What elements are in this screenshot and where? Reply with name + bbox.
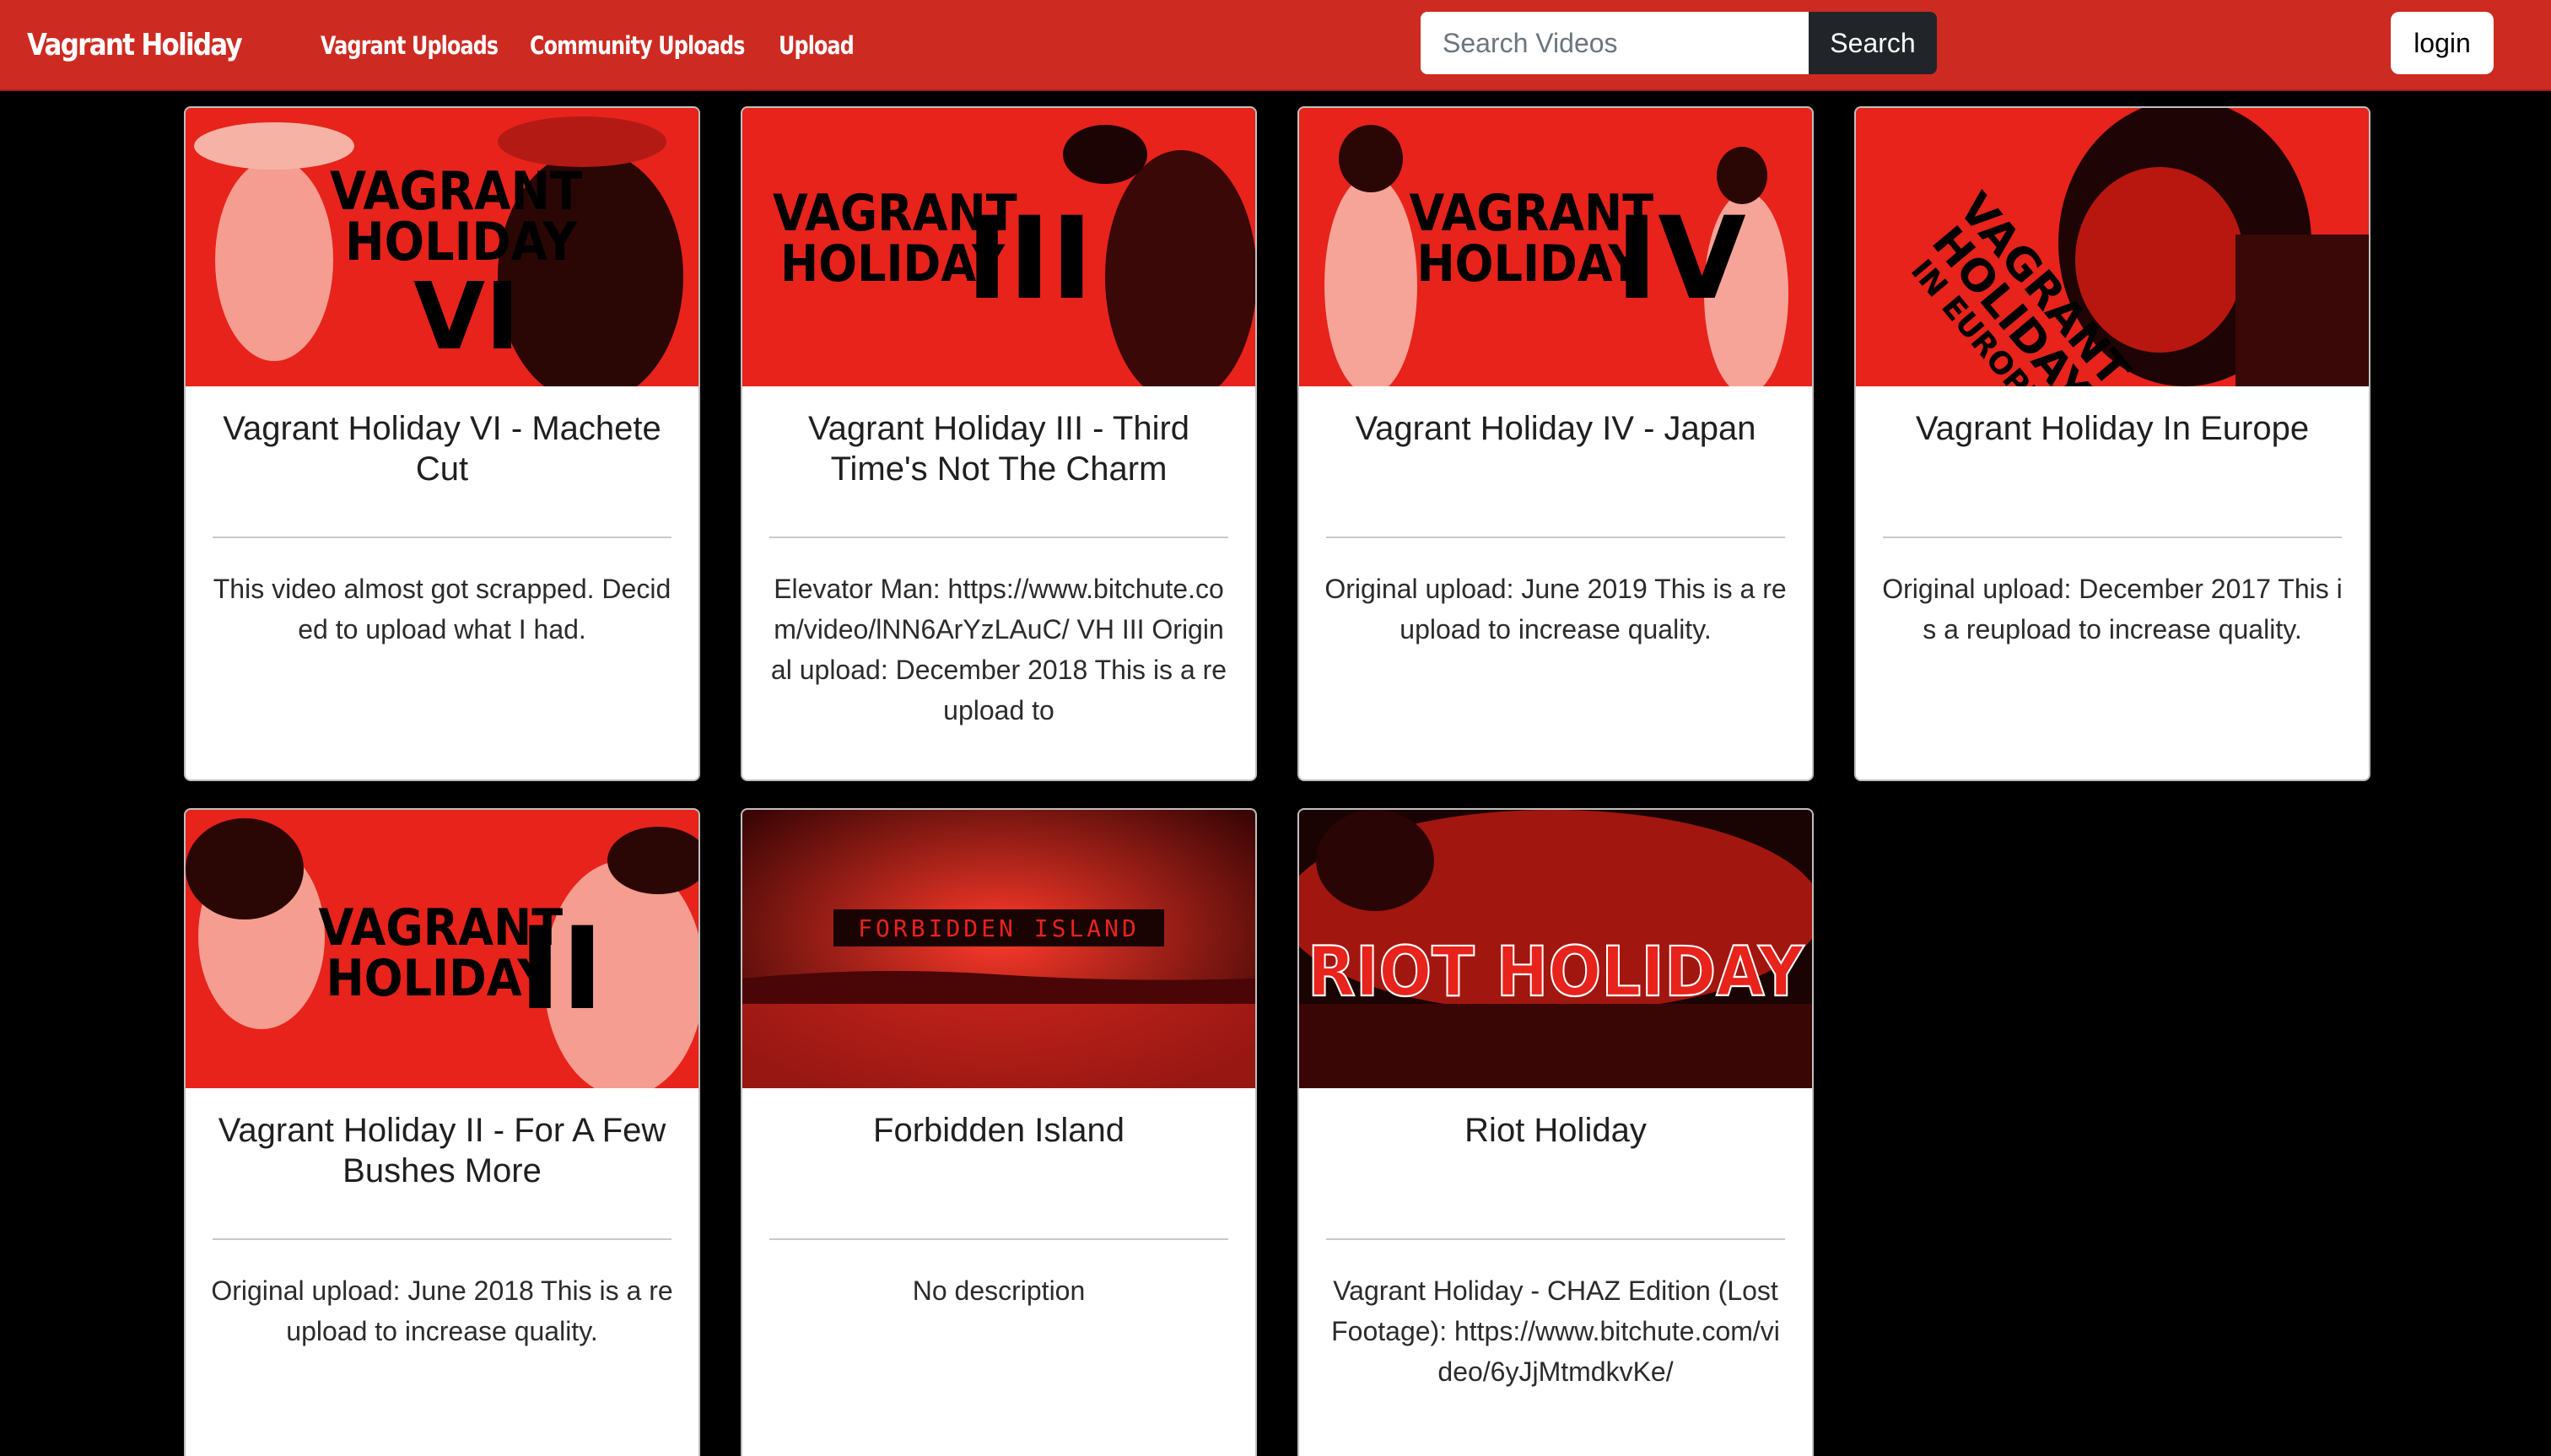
video-card[interactable]: VAGRANT HOLIDAY II Vagrant Holiday II - … <box>184 808 700 1456</box>
video-thumbnail[interactable]: RIOT HOLIDAY <box>1299 810 1812 1088</box>
divider <box>769 537 1228 538</box>
thumbnail-art: VAGRANT HOLIDAY IN EUROPE <box>1856 108 2369 386</box>
search-button[interactable]: Search <box>1809 12 1937 74</box>
divider <box>213 1238 671 1240</box>
video-description: Original upload: December 2017 This is a… <box>1882 574 2343 644</box>
video-title[interactable]: Riot Holiday <box>1324 1110 1787 1151</box>
divider <box>1883 537 2342 538</box>
video-thumbnail[interactable]: FORBIDDEN ISLAND <box>742 810 1255 1088</box>
video-card[interactable]: VAGRANT HOLIDAY IV Vagrant Holiday IV - … <box>1297 106 1814 781</box>
divider <box>1326 537 1785 538</box>
svg-text:VI: VI <box>413 262 520 370</box>
video-title[interactable]: Vagrant Holiday IV - Japan <box>1324 408 1787 449</box>
search-input[interactable] <box>1421 12 1809 74</box>
video-title[interactable]: Vagrant Holiday In Europe <box>1881 408 2343 449</box>
video-description: Original upload: June 2019 This is a reu… <box>1324 574 1787 644</box>
video-thumbnail[interactable]: VAGRANT HOLIDAY II <box>186 810 698 1088</box>
video-description: Vagrant Holiday - CHAZ Edition (Lost Foo… <box>1331 1275 1780 1387</box>
svg-text:HOLIDAY: HOLIDAY <box>326 949 552 1007</box>
login-button[interactable]: login <box>2391 12 2494 74</box>
video-title[interactable]: Vagrant Holiday II - For A Few Bushes Mo… <box>211 1110 673 1191</box>
video-title[interactable]: Vagrant Holiday VI - Machete Cut <box>211 408 673 489</box>
video-card[interactable]: FORBIDDEN ISLAND Forbidden Island No des… <box>741 808 1257 1456</box>
video-thumbnail[interactable]: VAGRANT HOLIDAY IV <box>1299 108 1812 386</box>
top-navbar: Vagrant Holiday Vagrant Uploads Communit… <box>0 0 2551 91</box>
thumbnail-art: RIOT HOLIDAY <box>1299 810 1812 1088</box>
video-thumbnail[interactable]: VAGRANT HOLIDAY III <box>742 108 1255 386</box>
video-card[interactable]: VAGRANT HOLIDAY III Vagrant Holiday III … <box>741 106 1257 781</box>
thumbnail-art: VAGRANT HOLIDAY II <box>186 810 698 1088</box>
svg-text:RIOT HOLIDAY: RIOT HOLIDAY <box>1308 933 1805 1012</box>
svg-text:HOLIDAY: HOLIDAY <box>1417 235 1642 293</box>
video-description: No description <box>912 1275 1086 1306</box>
video-thumbnail[interactable]: VAGRANT HOLIDAY IN EUROPE <box>1856 108 2369 386</box>
thumbnail-art: VAGRANT HOLIDAY III <box>742 108 1255 386</box>
nav-link-upload[interactable]: Upload <box>779 29 855 62</box>
video-description: Original upload: June 2018 This is a reu… <box>211 1275 673 1346</box>
video-card[interactable]: RIOT HOLIDAY Riot Holiday Vagrant Holida… <box>1297 808 1814 1456</box>
brand-logo[interactable]: Vagrant Holiday <box>27 25 243 66</box>
divider <box>769 1238 1228 1240</box>
nav-link-vagrant-uploads[interactable]: Vagrant Uploads <box>321 29 499 62</box>
video-card[interactable]: VAGRANT HOLIDAY VI Vagrant Holiday VI - … <box>184 106 700 781</box>
divider <box>213 537 671 538</box>
video-thumbnail[interactable]: VAGRANT HOLIDAY VI <box>186 108 698 386</box>
video-description: This video almost got scrapped. Decided … <box>213 574 671 644</box>
svg-text:FORBIDDEN ISLAND: FORBIDDEN ISLAND <box>858 914 1140 942</box>
nav-link-community-uploads[interactable]: Community Uploads <box>530 29 745 62</box>
svg-text:IV: IV <box>1615 192 1746 325</box>
thumbnail-art: VAGRANT HOLIDAY VI <box>186 108 698 386</box>
divider <box>1326 1238 1785 1240</box>
svg-text:II: II <box>519 903 603 1035</box>
video-title[interactable]: Forbidden Island <box>768 1110 1230 1151</box>
video-description: Elevator Man: https://www.bitchute.com/v… <box>770 574 1227 725</box>
thumbnail-art: FORBIDDEN ISLAND <box>742 810 1255 1088</box>
svg-text:III: III <box>966 192 1093 325</box>
video-card[interactable]: VAGRANT HOLIDAY IN EUROPE Vagrant Holida… <box>1854 106 2370 781</box>
thumbnail-art: VAGRANT HOLIDAY IV <box>1299 108 1812 386</box>
video-title[interactable]: Vagrant Holiday III - Third Time's Not T… <box>768 408 1230 489</box>
